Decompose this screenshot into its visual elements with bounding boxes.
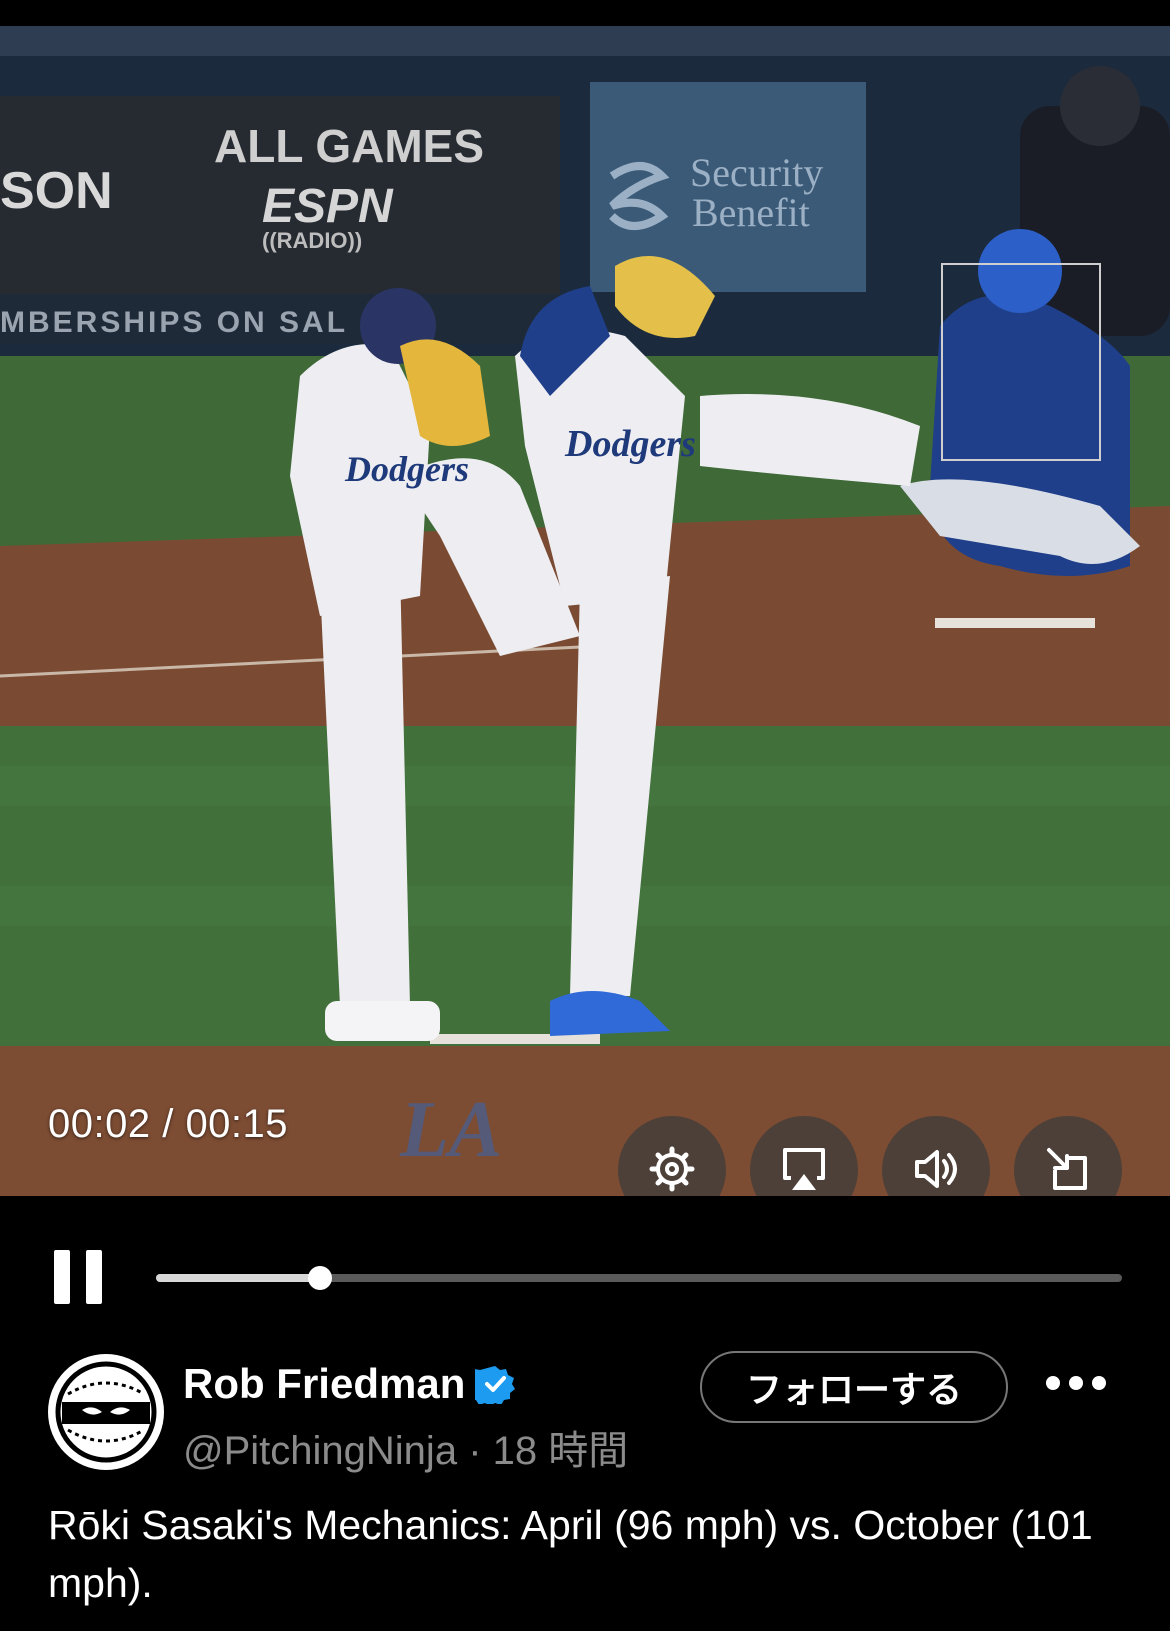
svg-text:MBERSHIPS ON SAL: MBERSHIPS ON SAL — [0, 306, 348, 339]
handle-line: @PitchingNinja · 18 時間 — [183, 1418, 628, 1476]
avatar[interactable] — [48, 1354, 164, 1470]
playback-controls — [0, 1196, 1170, 1306]
more-icon — [1046, 1376, 1060, 1390]
pause-icon — [54, 1250, 70, 1304]
video-player[interactable]: SON ALL GAMES ESPN ((RADIO)) Security Be… — [0, 26, 1170, 1196]
svg-text:Security: Security — [690, 150, 823, 195]
pause-button[interactable] — [54, 1250, 102, 1304]
seek-bar-thumb[interactable] — [308, 1266, 333, 1290]
minimize-icon — [1047, 1148, 1087, 1190]
svg-text:SON: SON — [0, 162, 113, 220]
seek-bar-progress — [156, 1274, 321, 1282]
more-options-button[interactable] — [1046, 1376, 1110, 1396]
tweet-card: Rob Friedman @PitchingNinja · 18 時間 フォロー… — [0, 1306, 1170, 1631]
ninja-baseball-logo — [50, 1356, 162, 1468]
follow-button[interactable]: フォローする — [700, 1351, 1008, 1423]
timestamp[interactable]: 18 時間 — [493, 1429, 629, 1473]
separator: · — [468, 1429, 482, 1473]
airplay-icon — [783, 1148, 825, 1190]
tweet-text: Rōki Sasaki's Mechanics: April (96 mph) … — [48, 1502, 1093, 1606]
seek-bar[interactable] — [156, 1266, 1122, 1290]
svg-text:ESPN: ESPN — [262, 180, 394, 233]
speaker-icon — [915, 1150, 957, 1188]
author-name[interactable]: Rob Friedman — [183, 1360, 465, 1408]
svg-text:((RADIO)): ((RADIO)) — [262, 228, 362, 253]
svg-text:LA: LA — [399, 1086, 502, 1174]
video-timecode: 00:02 / 00:15 — [48, 1102, 289, 1146]
gear-icon — [649, 1146, 695, 1192]
svg-text:ALL GAMES: ALL GAMES — [214, 120, 484, 172]
svg-text:Benefit: Benefit — [692, 190, 810, 235]
author-name-row[interactable]: Rob Friedman — [183, 1360, 516, 1408]
video-frame: SON ALL GAMES ESPN ((RADIO)) Security Be… — [0, 26, 1170, 1196]
svg-text:Dodgers: Dodgers — [344, 449, 469, 489]
svg-text:Dodgers: Dodgers — [564, 423, 696, 465]
verified-badge-icon — [475, 1366, 516, 1404]
author-handle[interactable]: @PitchingNinja — [183, 1429, 457, 1473]
